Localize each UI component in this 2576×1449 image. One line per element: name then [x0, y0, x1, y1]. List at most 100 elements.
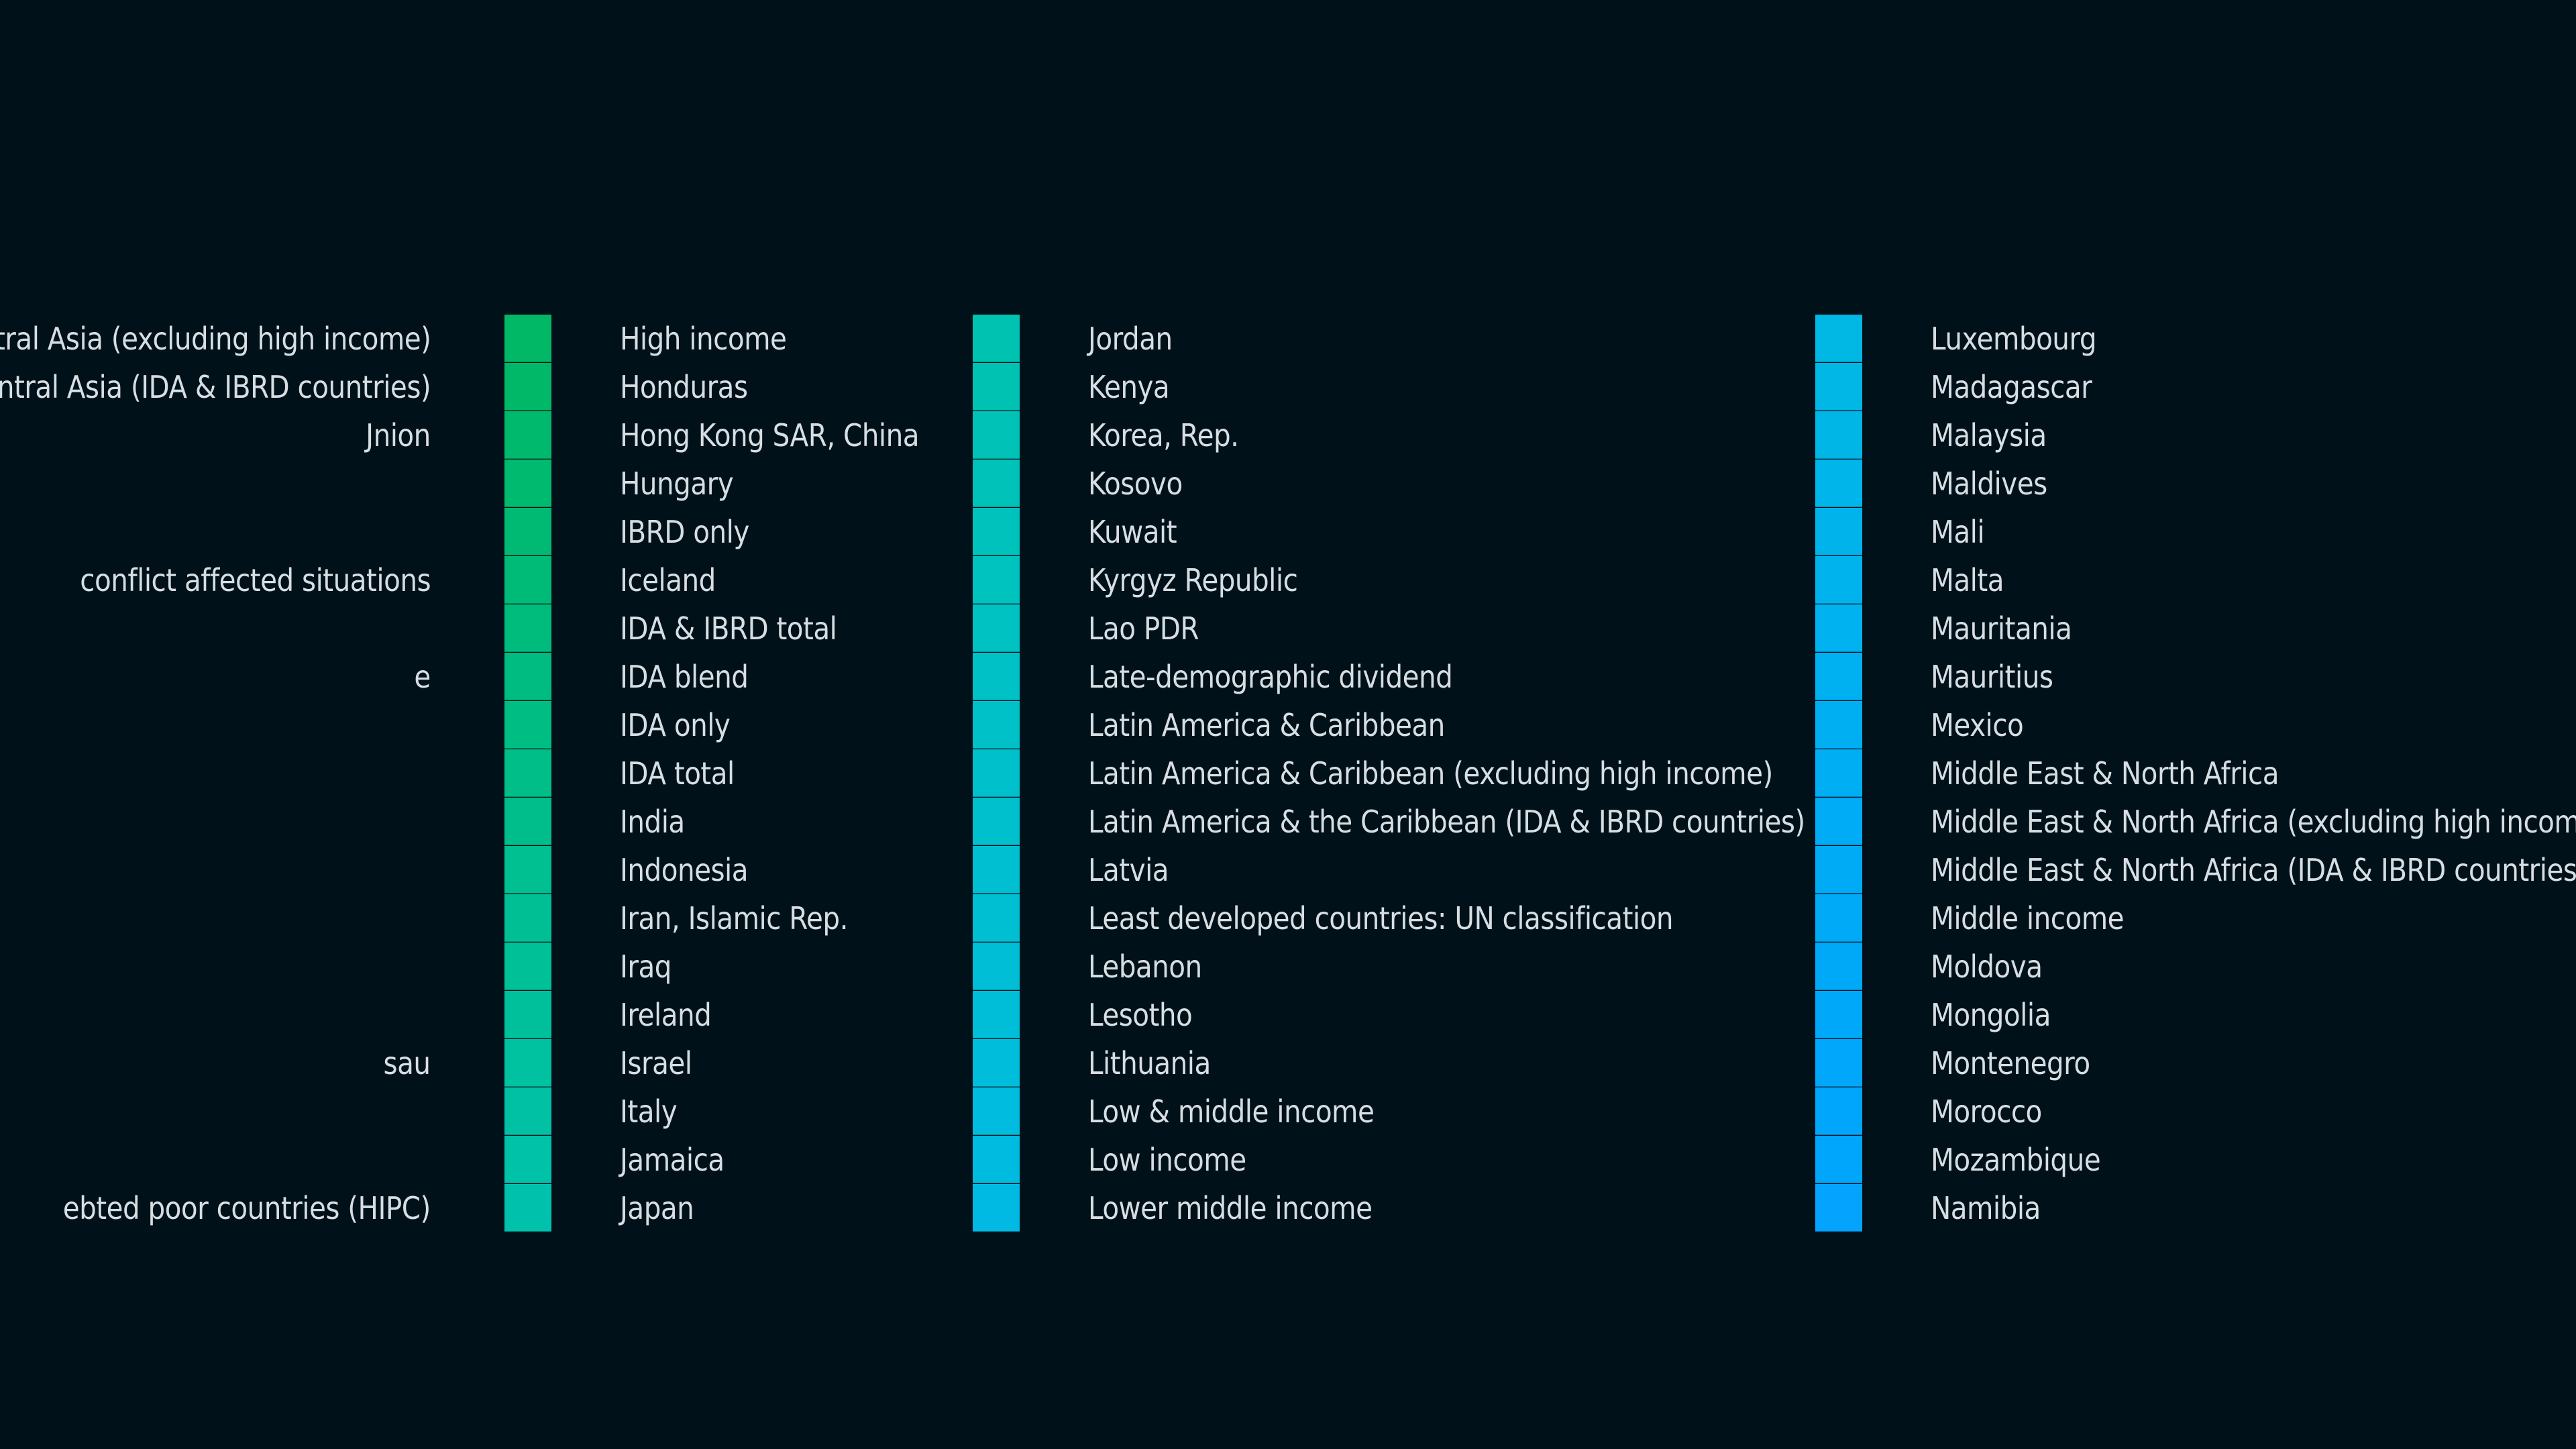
legend-label: Mali — [1931, 514, 1985, 550]
legend-item: Montenegro — [1815, 1039, 2576, 1087]
legend-label: Iceland — [620, 562, 716, 598]
legend-item: IDA total — [504, 749, 920, 798]
legend-label: conflict affected situations — [80, 562, 431, 598]
legend-column-2: High income Honduras Hong Kong SAR, China H… — [504, 315, 920, 1281]
legend-item: Namibia — [1815, 1184, 2576, 1232]
legend-item: Latin America & Caribbean — [973, 701, 1778, 749]
legend-label: IDA & IBRD total — [620, 610, 837, 647]
legend-item: Iraq — [504, 943, 920, 991]
legend-item — [0, 1136, 431, 1184]
legend-item: Middle East & North Africa — [1815, 749, 2576, 798]
legend-item — [0, 991, 431, 1039]
legend-item: Madagascar — [1815, 363, 2576, 411]
legend-item: Latin America & Caribbean (excluding hig… — [973, 749, 1778, 798]
legend-item: Japan — [504, 1184, 920, 1232]
legend-item: Latvia — [973, 846, 1778, 894]
legend-label: Low & middle income — [1088, 1093, 1375, 1130]
legend-swatch — [1815, 604, 1862, 652]
legend-item: Iran, Islamic Rep. — [504, 894, 920, 943]
legend-label: Italy — [620, 1093, 678, 1130]
legend-item: Maldives — [1815, 460, 2576, 508]
legend-label: Moldova — [1931, 949, 2043, 985]
legend-label: Least developed countries: UN classifica… — [1088, 900, 1674, 936]
legend-item: ebted poor countries (HIPC) — [0, 1184, 431, 1232]
legend-swatch — [973, 701, 1020, 749]
legend-swatch — [1815, 1184, 1862, 1232]
legend-item: Lower middle income — [973, 1184, 1778, 1232]
legend-item: sau — [0, 1039, 431, 1087]
legend-item — [0, 460, 431, 508]
legend-swatch — [1815, 991, 1862, 1038]
legend-swatch — [1815, 798, 1862, 845]
legend-item: Middle income — [1815, 894, 2576, 943]
legend-swatch — [973, 653, 1020, 700]
legend-item — [0, 943, 431, 991]
legend-swatch — [504, 460, 551, 507]
legend-item — [0, 846, 431, 894]
legend-item: e — [0, 653, 431, 701]
legend-label: Ireland — [620, 997, 712, 1033]
legend-item: Mozambique — [1815, 1136, 2576, 1184]
legend-swatch — [504, 894, 551, 942]
legend-label: Lithuania — [1088, 1045, 1211, 1081]
legend-label: IDA only — [620, 707, 731, 743]
legend-swatch — [504, 1087, 551, 1135]
legend-item: India — [504, 798, 920, 846]
legend-swatch — [1815, 460, 1862, 507]
legend-label: Morocco — [1931, 1093, 2042, 1130]
legend-swatch — [1815, 1136, 1862, 1183]
legend-item: Malaysia — [1815, 411, 2576, 460]
legend-swatch — [1815, 411, 1862, 459]
legend-swatch — [973, 846, 1020, 894]
legend-item: Kyrgyz Republic — [973, 556, 1778, 604]
legend-swatch — [973, 460, 1020, 507]
legend-item: Mali — [1815, 508, 2576, 556]
legend-label: Jamaica — [620, 1142, 724, 1178]
legend-item: Low & middle income — [973, 1087, 1778, 1136]
legend-item: Mauritius — [1815, 653, 2576, 701]
legend-item: Lao PDR — [973, 604, 1778, 653]
legend-swatch — [504, 1039, 551, 1087]
legend-item: Middle East & North Africa (IDA & IBRD c… — [1815, 846, 2576, 894]
legend-item: entral Asia (excluding high income) — [0, 315, 431, 363]
legend-label: Kuwait — [1088, 514, 1177, 550]
legend-item: Luxembourg — [1815, 315, 2576, 363]
legend-item: conflict affected situations — [0, 556, 431, 604]
legend-item: Jordan — [973, 315, 1778, 363]
legend-label: Late-demographic dividend — [1088, 659, 1453, 695]
legend-item: Jnion — [0, 411, 431, 460]
legend-item: Middle East & North Africa (excluding hi… — [1815, 798, 2576, 846]
legend-swatch — [504, 701, 551, 749]
legend-label: Mongolia — [1931, 997, 2051, 1033]
legend-item: Lithuania — [973, 1039, 1778, 1087]
legend-label: Mauritius — [1931, 659, 2053, 695]
legend-swatch — [1815, 1039, 1862, 1087]
legend-item: IDA only — [504, 701, 920, 749]
legend-column-1: entral Asia (excluding high income) entra… — [0, 315, 431, 1281]
legend-label: Hungary — [620, 466, 734, 502]
legend-swatch — [504, 508, 551, 555]
legend-label: IDA total — [620, 755, 735, 792]
legend-label: Malaysia — [1931, 417, 2047, 453]
legend-label: Kyrgyz Republic — [1088, 562, 1298, 598]
legend-label: Latvia — [1088, 852, 1169, 888]
legend-swatch — [1815, 943, 1862, 990]
legend-label: Lao PDR — [1088, 610, 1199, 647]
legend-item: Ireland — [504, 991, 920, 1039]
legend-swatch — [973, 749, 1020, 797]
legend-swatch — [1815, 701, 1862, 749]
legend-swatch — [973, 556, 1020, 604]
legend-label: Mozambique — [1931, 1142, 2101, 1178]
legend-item: Mauritania — [1815, 604, 2576, 653]
legend-item: Lebanon — [973, 943, 1778, 991]
legend-item — [0, 604, 431, 653]
legend-swatch — [504, 556, 551, 604]
legend-item: IBRD only — [504, 508, 920, 556]
legend-swatch — [1815, 653, 1862, 700]
legend-item: Mongolia — [1815, 991, 2576, 1039]
legend-label: Middle income — [1931, 900, 2125, 936]
legend-swatch — [504, 943, 551, 990]
legend-swatch — [504, 991, 551, 1038]
legend-swatch — [504, 749, 551, 797]
legend-label: Iraq — [620, 949, 672, 985]
